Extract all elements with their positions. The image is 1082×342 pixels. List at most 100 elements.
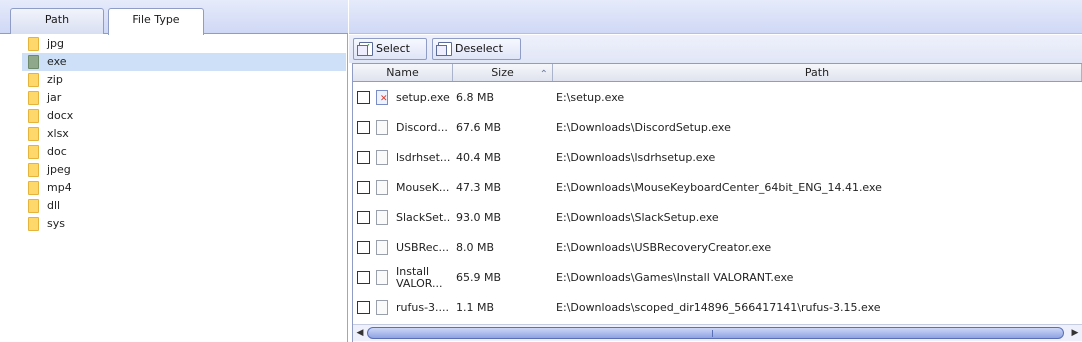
- table-row[interactable]: Discord... 67.6 MB E:\Downloads\DiscordS…: [353, 113, 1082, 143]
- column-header-size[interactable]: Size ⌃: [453, 64, 553, 81]
- tree-item-dll[interactable]: dll: [0, 197, 347, 215]
- table-row[interactable]: rufus-3.... 1.1 MB E:\Downloads\scoped_d…: [353, 293, 1082, 323]
- table-row[interactable]: Install VALOR... 65.9 MB E:\Downloads\Ga…: [353, 263, 1082, 293]
- folder-icon: [28, 127, 39, 141]
- folder-icon: [28, 109, 39, 123]
- row-checkbox[interactable]: [357, 301, 370, 314]
- file-icon: [376, 270, 388, 285]
- tab-path[interactable]: Path: [10, 8, 104, 34]
- sort-ascending-icon: ⌃: [539, 69, 548, 80]
- cell-name: Discord...: [396, 121, 448, 134]
- column-header-size-label: Size: [491, 66, 514, 79]
- row-checkbox[interactable]: [357, 241, 370, 254]
- tree-item-label: jpeg: [47, 163, 71, 176]
- tree-item-label: mp4: [47, 181, 72, 194]
- row-checkbox[interactable]: [357, 121, 370, 134]
- header-strip: [349, 0, 1082, 34]
- tree-item-label: jpg: [47, 37, 65, 50]
- file-icon: [376, 180, 388, 195]
- tree-item-jpeg[interactable]: jpeg: [0, 161, 347, 179]
- cell-name: MouseK...: [396, 181, 450, 194]
- tree-item-label: dll: [47, 199, 61, 212]
- cell-path: E:\Downloads\USBRecoveryCreator.exe: [556, 241, 772, 254]
- tree-item-label: exe: [47, 55, 67, 68]
- tree-item-exe[interactable]: exe: [22, 53, 346, 71]
- file-icon: [376, 150, 388, 165]
- scrollbar-thumb[interactable]: [367, 327, 1064, 339]
- cell-size: 93.0 MB: [456, 211, 502, 224]
- tree-item-label: jar: [47, 91, 62, 104]
- file-grid: Name Size ⌃ Path setup.exe 6.8 MB E:\set…: [352, 63, 1082, 342]
- folder-icon: [28, 37, 39, 51]
- tree-item-sys[interactable]: sys: [0, 215, 347, 233]
- tree-item-mp4[interactable]: mp4: [0, 179, 347, 197]
- select-all-button[interactable]: ✓ Select All: [353, 38, 427, 75]
- folder-icon: [28, 145, 39, 159]
- setup-exe-icon: [376, 90, 388, 105]
- cell-size: 40.4 MB: [456, 151, 502, 164]
- tab-file-type[interactable]: File Type: [108, 8, 204, 35]
- folder-icon: [28, 163, 39, 177]
- table-row[interactable]: setup.exe 6.8 MB E:\setup.exe: [353, 83, 1082, 113]
- select-all-icon: ✓: [357, 42, 373, 56]
- cell-name: Install VALOR...: [396, 266, 443, 290]
- cell-name: lsdrhset...: [396, 151, 451, 164]
- deselect-all-button[interactable]: Deselect All: [432, 38, 521, 75]
- tree-item-jpg[interactable]: jpg: [0, 35, 347, 53]
- folder-icon: [28, 73, 39, 87]
- table-row[interactable]: MouseK... 47.3 MB E:\Downloads\MouseKeyb…: [353, 173, 1082, 203]
- grid-rows: setup.exe 6.8 MB E:\setup.exe Discord...…: [353, 83, 1082, 323]
- toolbar: ✓ Select All Deselect All: [349, 35, 1082, 75]
- file-type-tree: jpg exe zip jar docx xlsx doc jpeg mp4 d…: [0, 35, 347, 233]
- table-row[interactable]: lsdrhset... 40.4 MB E:\Downloads\lsdrhse…: [353, 143, 1082, 173]
- cell-size: 65.9 MB: [456, 271, 502, 284]
- row-checkbox[interactable]: [357, 91, 370, 104]
- cell-path: E:\Downloads\Games\Install VALORANT.exe: [556, 271, 794, 284]
- tree-item-label: doc: [47, 145, 67, 158]
- cell-size: 47.3 MB: [456, 181, 502, 194]
- row-checkbox[interactable]: [357, 181, 370, 194]
- tab-strip: Path File Type: [0, 0, 348, 35]
- tree-item-zip[interactable]: zip: [0, 71, 347, 89]
- folder-icon: [28, 199, 39, 213]
- scroll-left-icon[interactable]: ◀: [353, 326, 367, 340]
- cell-size: 6.8 MB: [456, 91, 495, 104]
- cell-name: SlackSet...: [396, 211, 451, 224]
- cell-name: setup.exe: [396, 91, 450, 104]
- file-icon: [376, 300, 388, 315]
- column-header-name[interactable]: Name: [353, 64, 453, 81]
- row-checkbox[interactable]: [357, 271, 370, 284]
- horizontal-scrollbar[interactable]: ◀ ▶: [353, 324, 1082, 341]
- cell-name: rufus-3....: [396, 301, 450, 314]
- tree-item-label: sys: [47, 217, 65, 230]
- cell-size: 1.1 MB: [456, 301, 495, 314]
- file-icon: [376, 210, 388, 225]
- deselect-all-icon: [436, 42, 452, 56]
- table-row[interactable]: USBRec... 8.0 MB E:\Downloads\USBRecover…: [353, 233, 1082, 263]
- row-checkbox[interactable]: [357, 211, 370, 224]
- file-icon: [376, 240, 388, 255]
- tree-item-label: xlsx: [47, 127, 69, 140]
- table-row[interactable]: SlackSet... 93.0 MB E:\Downloads\SlackSe…: [353, 203, 1082, 233]
- cell-path: E:\Downloads\lsdrhsetup.exe: [556, 151, 716, 164]
- cell-path: E:\Downloads\MouseKeyboardCenter_64bit_E…: [556, 181, 882, 194]
- tree-item-doc[interactable]: doc: [0, 143, 347, 161]
- cell-name: USBRec...: [396, 241, 450, 254]
- folder-icon: [28, 55, 39, 69]
- right-pane: ✓ Select All Deselect All Name Size ⌃ Pa…: [349, 0, 1082, 342]
- cell-path: E:\setup.exe: [556, 91, 625, 104]
- column-header-path[interactable]: Path: [553, 64, 1082, 81]
- grid-header: Name Size ⌃ Path: [353, 64, 1082, 82]
- tree-item-jar[interactable]: jar: [0, 89, 347, 107]
- scroll-right-icon[interactable]: ▶: [1068, 326, 1082, 340]
- row-checkbox[interactable]: [357, 151, 370, 164]
- tree-item-docx[interactable]: docx: [0, 107, 347, 125]
- cell-size: 67.6 MB: [456, 121, 502, 134]
- folder-icon: [28, 91, 39, 105]
- folder-icon: [28, 217, 39, 231]
- tree-item-label: docx: [47, 109, 74, 122]
- cell-path: E:\Downloads\SlackSetup.exe: [556, 211, 719, 224]
- tree-item-xlsx[interactable]: xlsx: [0, 125, 347, 143]
- left-pane: Path File Type jpg exe zip jar docx xlsx…: [0, 0, 348, 342]
- cell-path: E:\Downloads\DiscordSetup.exe: [556, 121, 731, 134]
